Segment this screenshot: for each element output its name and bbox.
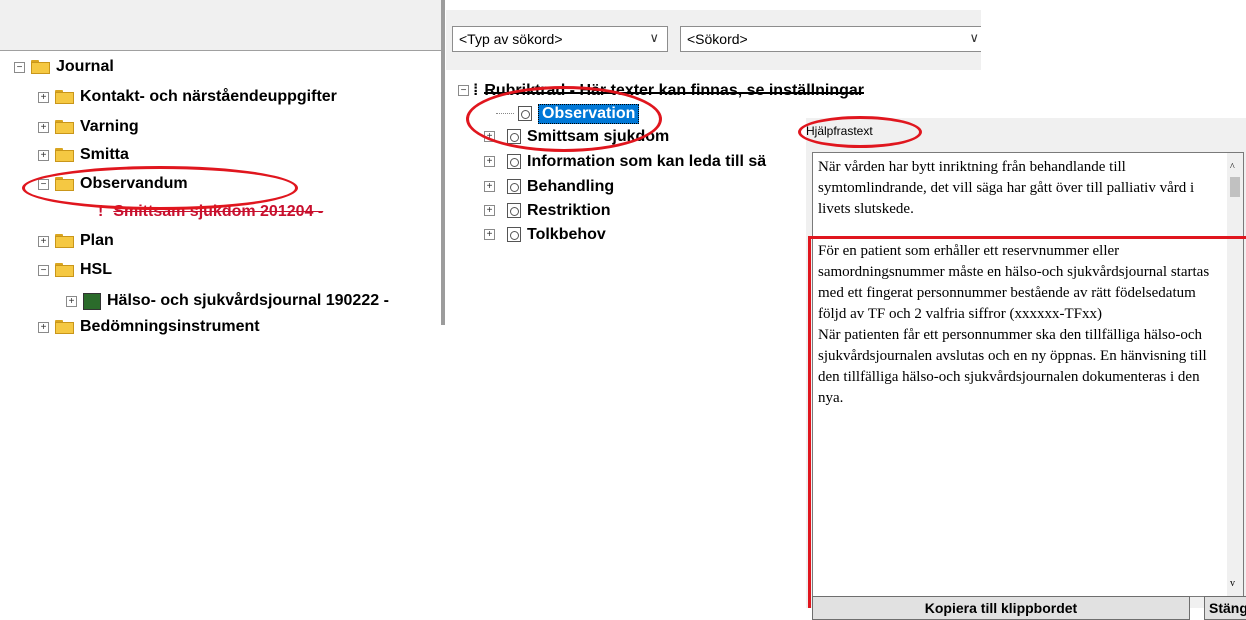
- folder-icon: [31, 60, 50, 74]
- annotation-ellipse: [466, 86, 662, 152]
- tree-node-bedomning[interactable]: + Bedömningsinstrument: [38, 316, 260, 338]
- folder-icon: [55, 148, 74, 162]
- cropped-caption: [40, 594, 770, 608]
- keyword-type-select[interactable]: <Typ av sökord> ∨: [452, 26, 668, 52]
- expand-icon[interactable]: +: [484, 229, 495, 240]
- chevron-down-icon[interactable]: ∨: [649, 30, 659, 46]
- expand-icon[interactable]: +: [484, 156, 495, 167]
- tree-root-icon: ⁞: [473, 81, 479, 99]
- collapse-icon[interactable]: −: [38, 264, 49, 276]
- panel-splitter[interactable]: [441, 0, 445, 325]
- annotation-ellipse: [798, 116, 922, 148]
- folder-icon: [55, 263, 74, 277]
- collapse-icon[interactable]: −: [14, 61, 25, 73]
- scroll-up-icon[interactable]: ^: [1230, 157, 1235, 178]
- tree-node-journal[interactable]: − Journal: [14, 56, 114, 78]
- expand-icon[interactable]: +: [38, 121, 49, 133]
- document-icon: [507, 179, 521, 194]
- tree-node-smitta[interactable]: + Smitta: [38, 144, 129, 166]
- document-icon: [507, 227, 521, 242]
- tree-node-plan[interactable]: + Plan: [38, 230, 114, 252]
- folder-icon: [55, 234, 74, 248]
- expand-icon[interactable]: +: [38, 321, 49, 333]
- expand-icon[interactable]: +: [38, 91, 49, 103]
- journal-doc-icon: [83, 292, 101, 310]
- journal-tree: − Journal + Kontakt- och närståendeuppgi…: [0, 50, 445, 380]
- folder-icon: [55, 320, 74, 334]
- rubrik-item-tolkbehov[interactable]: + Tolkbehov: [484, 224, 606, 245]
- document-icon: [507, 154, 521, 169]
- keyword-select[interactable]: <Sökord> ∨: [680, 26, 981, 52]
- annotation-rectangle: [808, 236, 1246, 608]
- rubrik-item-restriktion[interactable]: + Restriktion: [484, 200, 611, 221]
- expand-icon[interactable]: +: [66, 295, 77, 307]
- tree-node-varning[interactable]: + Varning: [38, 116, 139, 138]
- expand-icon[interactable]: +: [38, 149, 49, 161]
- expand-icon[interactable]: +: [484, 205, 495, 216]
- folder-icon: [55, 120, 74, 134]
- tree-node-hsl[interactable]: − HSL: [38, 259, 112, 281]
- folder-icon: [55, 90, 74, 104]
- scroll-thumb[interactable]: [1230, 177, 1240, 197]
- help-paragraph: När vården har bytt inriktning från beha…: [818, 159, 1195, 217]
- search-bar: <Typ av sökord> ∨ <Sökord> ∨: [446, 10, 981, 70]
- chevron-down-icon[interactable]: ∨: [969, 30, 979, 46]
- annotation-ellipse: [22, 166, 298, 210]
- collapse-icon[interactable]: −: [458, 85, 469, 96]
- tree-node-halso-journal[interactable]: + Hälso- och sjukvårdsjournal 190222 -: [66, 290, 389, 312]
- expand-icon[interactable]: +: [38, 235, 49, 247]
- left-toolbar-area: [0, 0, 445, 51]
- rubrik-item-information[interactable]: + Information som kan leda till sä: [484, 151, 766, 172]
- document-icon: [507, 203, 521, 218]
- tree-node-kontakt[interactable]: + Kontakt- och närståendeuppgifter: [38, 86, 337, 108]
- expand-icon[interactable]: +: [484, 181, 495, 192]
- rubrik-item-behandling[interactable]: + Behandling: [484, 176, 614, 197]
